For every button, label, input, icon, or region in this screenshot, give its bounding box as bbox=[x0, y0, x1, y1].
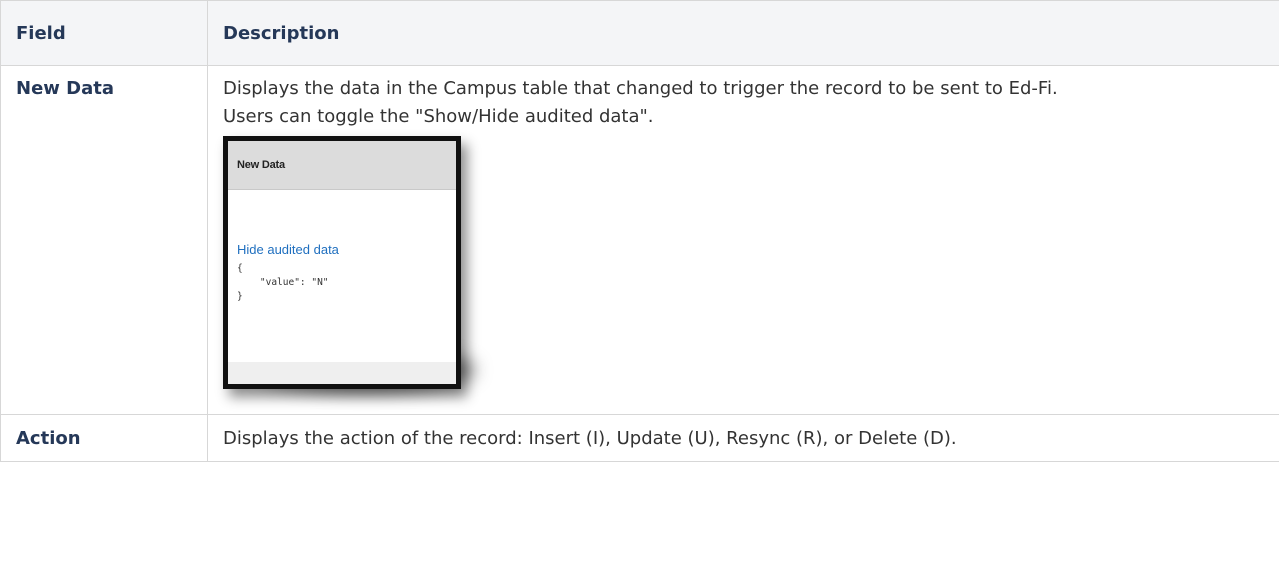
hide-audited-data-link[interactable]: Hide audited data bbox=[237, 242, 456, 258]
field-description-table: Field Description New Data Displays the … bbox=[0, 0, 1279, 462]
screenshot-body: Hide audited data { "value": "N" } bbox=[228, 190, 456, 362]
field-name-action: Action bbox=[0, 414, 208, 462]
description-note: Users can toggle the "Show/Hide audited … bbox=[223, 106, 654, 127]
description-text: Displays the data in the Campus table th… bbox=[223, 78, 1058, 99]
screenshot-footer bbox=[228, 362, 456, 384]
table-header-row: Field Description bbox=[0, 0, 1279, 66]
field-name-new-data: New Data bbox=[0, 65, 208, 415]
screenshot-header-title: New Data bbox=[228, 141, 456, 190]
screenshot-frame: New Data Hide audited data { "value": "N… bbox=[223, 136, 461, 389]
description-cell: Displays the data in the Campus table th… bbox=[207, 65, 1279, 415]
table-row: New Data Displays the data in the Campus… bbox=[0, 65, 1279, 415]
table-row: Action Displays the action of the record… bbox=[0, 414, 1279, 462]
description-cell: Displays the action of the record: Inser… bbox=[207, 414, 1279, 462]
column-header-description: Description bbox=[207, 0, 1279, 66]
column-header-field: Field bbox=[0, 0, 208, 66]
embedded-screenshot: New Data Hide audited data { "value": "N… bbox=[223, 136, 475, 406]
audited-data-json: { "value": "N" } bbox=[237, 263, 329, 302]
